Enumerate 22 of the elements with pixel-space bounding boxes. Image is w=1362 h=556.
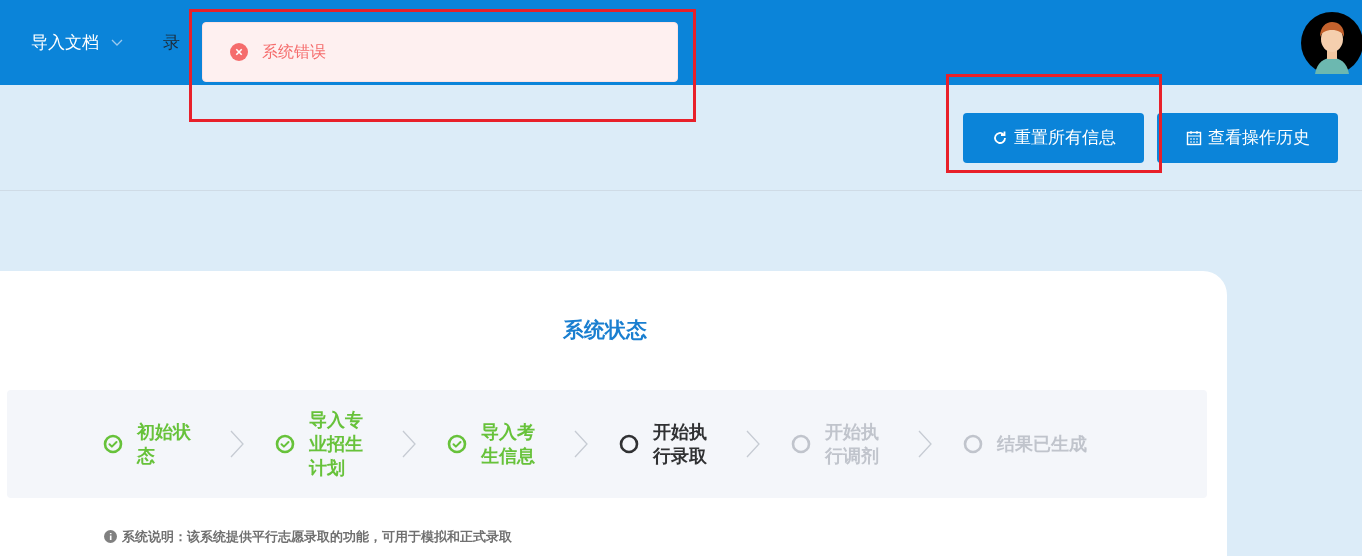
step-label: 开始执行录取	[652, 421, 708, 468]
card-title: 系统状态	[563, 319, 647, 340]
nav-menu-item[interactable]: 录	[163, 29, 180, 56]
system-note: 系统说明：该系统提供平行志愿录取的功能，可用于模拟和正式录取	[122, 528, 512, 546]
chevron-right-icon	[744, 430, 761, 458]
avatar[interactable]	[1301, 11, 1362, 74]
step-label: 初始状态	[136, 421, 192, 468]
nav-menu-item[interactable]: 导入文档	[31, 29, 123, 56]
chevron-right-icon	[572, 430, 589, 458]
chevron-right-icon	[228, 430, 245, 458]
info-icon	[104, 530, 117, 544]
step-label: 导入专业招生计划	[308, 409, 364, 480]
chevron-down-icon	[111, 38, 123, 47]
chevron-right-icon	[400, 430, 417, 458]
toast-message: 系统错误	[262, 42, 326, 62]
refresh-icon	[991, 130, 1008, 146]
chevron-right-icon	[916, 430, 933, 458]
error-icon	[230, 43, 248, 61]
history-button[interactable]: 查看操作历史	[1157, 113, 1338, 163]
calendar-icon	[1185, 130, 1202, 146]
reset-button[interactable]: 重置所有信息	[963, 113, 1144, 163]
step-label: 导入考生信息	[480, 421, 536, 468]
